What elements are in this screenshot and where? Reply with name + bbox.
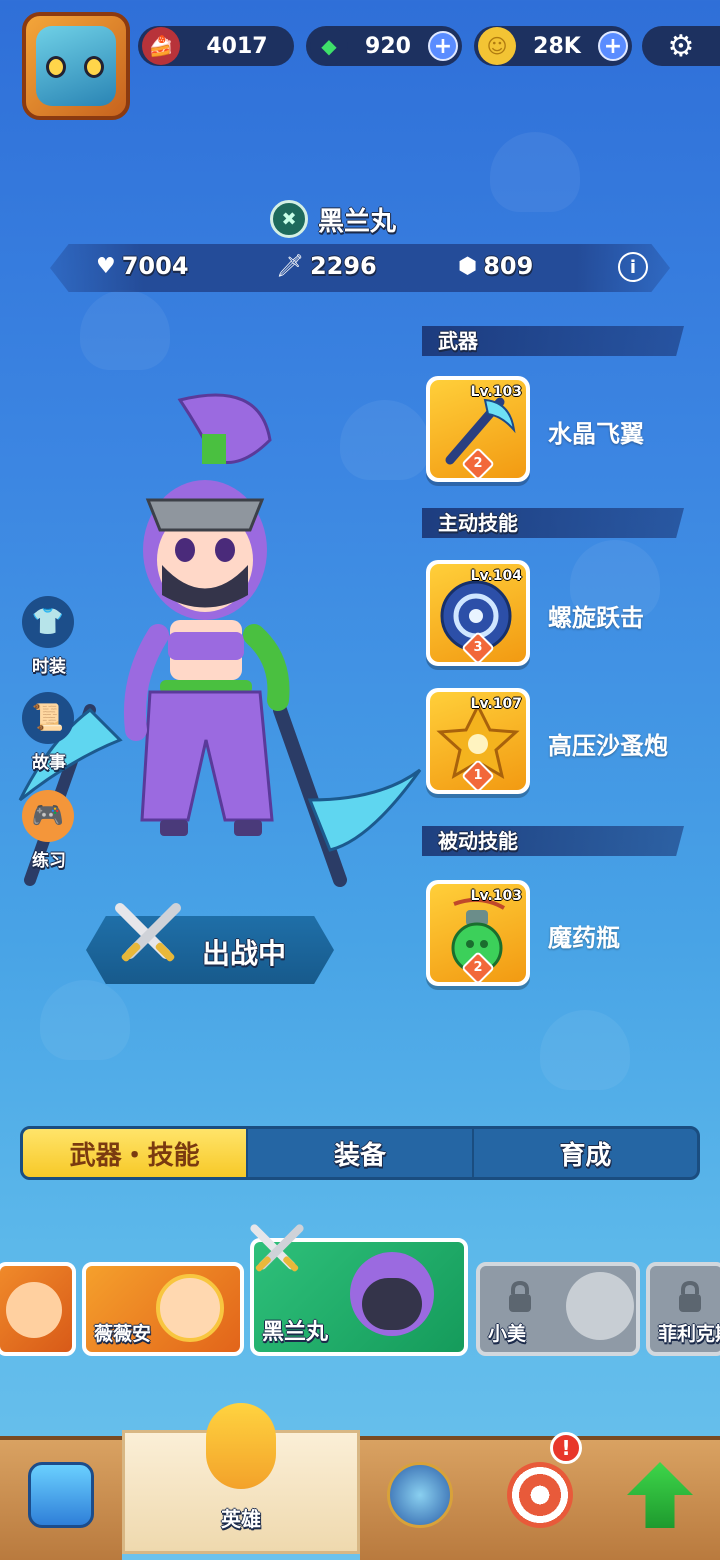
tab-weapon-skill[interactable]: 武器・技能 bbox=[23, 1129, 249, 1177]
avatar-eye bbox=[46, 56, 66, 78]
skill-art: Lv.103 2 bbox=[430, 884, 526, 982]
hero-card-xiaomei-locked[interactable]: 小美 bbox=[476, 1262, 640, 1356]
hero-card-name: 小美 bbox=[488, 1323, 527, 1345]
heart-icon: ♥ bbox=[96, 253, 116, 279]
player-avatar[interactable] bbox=[22, 12, 130, 120]
skill-stars: 1 bbox=[473, 768, 483, 783]
nav-target[interactable]: ! bbox=[480, 1432, 600, 1560]
hero-name: 黑兰丸 bbox=[318, 206, 397, 237]
lock-icon bbox=[509, 1280, 531, 1312]
cake-value: 4017 bbox=[206, 33, 268, 59]
hero-card-felix-locked[interactable]: 菲利克斯 bbox=[646, 1262, 720, 1356]
avatar-eye bbox=[84, 56, 104, 78]
settings-gear-icon[interactable]: ⚙ bbox=[642, 26, 720, 66]
practice-label: 练习 bbox=[32, 851, 66, 871]
weapon-name[interactable]: 水晶飞翼 bbox=[548, 414, 644, 449]
nav-hero[interactable]: 英雄 bbox=[122, 1403, 360, 1554]
shield-icon: ⬢ bbox=[458, 253, 478, 279]
skill-level: Lv.107 bbox=[470, 696, 522, 712]
skill-level: Lv.104 bbox=[470, 568, 522, 584]
active-skill-name-2[interactable]: 高压沙蚤炮 bbox=[548, 726, 668, 761]
nav-upgrade[interactable] bbox=[600, 1436, 720, 1560]
bg-skull-decoration bbox=[40, 980, 130, 1060]
add-coins-button[interactable]: + bbox=[598, 31, 628, 61]
hero-portrait bbox=[6, 1282, 62, 1338]
bg-skull-decoration bbox=[80, 290, 170, 370]
coin-resource: ☺ 28K + bbox=[474, 26, 632, 66]
hero-card-name: 黑兰丸 bbox=[262, 1320, 329, 1345]
active-skill-name-1[interactable]: 螺旋跃击 bbox=[548, 598, 644, 633]
gem-resource: ◆ 920 + bbox=[306, 26, 462, 66]
stats-bar: ♥ 7004 🗡 2296 ⬢ 809 i bbox=[50, 244, 670, 292]
hero-nav-icon bbox=[206, 1403, 276, 1489]
skill-art: Lv.107 1 bbox=[430, 692, 526, 790]
weapon-art: Lv.103 2 bbox=[430, 380, 526, 478]
cake-resource: 🍰 4017 bbox=[138, 26, 294, 66]
shop-icon bbox=[28, 1462, 94, 1528]
hero-tabs: 武器・技能 装备 育成 bbox=[20, 1126, 700, 1180]
skill-stars: 2 bbox=[473, 960, 483, 975]
crossed-swords-icon bbox=[115, 903, 181, 962]
alert-badge: ! bbox=[550, 1432, 582, 1464]
hero-card[interactable] bbox=[0, 1262, 76, 1356]
story-button[interactable]: 📜 故事 bbox=[22, 692, 76, 773]
info-icon[interactable]: i bbox=[618, 252, 648, 282]
hero-portrait bbox=[566, 1272, 634, 1340]
weapon-section-header: 武器 bbox=[422, 326, 684, 356]
coin-value: 28K bbox=[533, 33, 581, 59]
bg-skull-decoration bbox=[540, 1010, 630, 1090]
shirt-icon: 👕 bbox=[22, 596, 74, 648]
add-gems-button[interactable]: + bbox=[428, 31, 458, 61]
shield-swords-icon bbox=[387, 1462, 453, 1528]
weapon-level: Lv.103 bbox=[470, 384, 522, 400]
active-skill-section-header: 主动技能 bbox=[422, 508, 684, 538]
hero-card-name: 菲利克斯 bbox=[658, 1323, 720, 1345]
weapon-card[interactable]: Lv.103 2 bbox=[426, 376, 530, 482]
weapon-stars: 2 bbox=[473, 456, 483, 471]
attack-stat: 🗡 2296 bbox=[276, 252, 377, 280]
skill-art: Lv.104 3 bbox=[430, 564, 526, 662]
sword-icon: 🗡 bbox=[276, 253, 304, 279]
story-label: 故事 bbox=[32, 753, 66, 773]
coin-icon: ☺ bbox=[478, 27, 516, 65]
fashion-label: 时装 bbox=[32, 657, 66, 677]
practice-button[interactable]: 🎮 练习 bbox=[22, 790, 76, 871]
nav-battle[interactable] bbox=[360, 1436, 480, 1560]
passive-skill-section-header: 被动技能 bbox=[422, 826, 684, 856]
scroll-icon: 📜 bbox=[22, 692, 74, 744]
skill-level: Lv.103 bbox=[470, 888, 522, 904]
health-stat: ♥ 7004 bbox=[96, 252, 189, 280]
gem-icon: ◆ bbox=[310, 27, 348, 65]
hero-title: ✖ 黑兰丸 bbox=[270, 200, 396, 238]
lock-icon bbox=[679, 1280, 701, 1312]
target-icon bbox=[507, 1462, 573, 1528]
avatar-portrait bbox=[36, 26, 116, 106]
health-value: 7004 bbox=[121, 252, 189, 280]
active-skill-card-1[interactable]: Lv.104 3 bbox=[426, 560, 530, 666]
passive-skill-name[interactable]: 魔药瓶 bbox=[548, 918, 620, 953]
hero-card-name: 薇薇安 bbox=[94, 1323, 152, 1345]
gem-value: 920 bbox=[365, 33, 411, 59]
nav-hero-label: 英雄 bbox=[221, 1507, 261, 1531]
defense-value: 809 bbox=[483, 252, 534, 280]
hero-portrait bbox=[156, 1274, 224, 1342]
nav-shop[interactable] bbox=[0, 1436, 122, 1560]
hero-mask bbox=[362, 1278, 422, 1330]
skill-stars: 3 bbox=[473, 640, 483, 655]
hero-card-vivian[interactable]: 薇薇安 bbox=[82, 1262, 244, 1356]
gamepad-icon: 🎮 bbox=[22, 790, 74, 842]
skull-class-icon: ✖ bbox=[270, 200, 308, 238]
passive-skill-card[interactable]: Lv.103 2 bbox=[426, 880, 530, 986]
crossed-swords-icon bbox=[250, 1224, 304, 1272]
defense-stat: ⬢ 809 bbox=[458, 252, 533, 280]
attack-value: 2296 bbox=[309, 252, 377, 280]
up-arrow-icon bbox=[627, 1462, 693, 1528]
active-skill-card-2[interactable]: Lv.107 1 bbox=[426, 688, 530, 794]
bg-skull-decoration bbox=[490, 132, 580, 212]
battle-status: 出战中 bbox=[202, 937, 287, 970]
tab-equipment[interactable]: 装备 bbox=[248, 1129, 474, 1177]
fashion-button[interactable]: 👕 时装 bbox=[22, 596, 76, 677]
cake-icon: 🍰 bbox=[142, 27, 180, 65]
tab-develop[interactable]: 育成 bbox=[474, 1129, 697, 1177]
